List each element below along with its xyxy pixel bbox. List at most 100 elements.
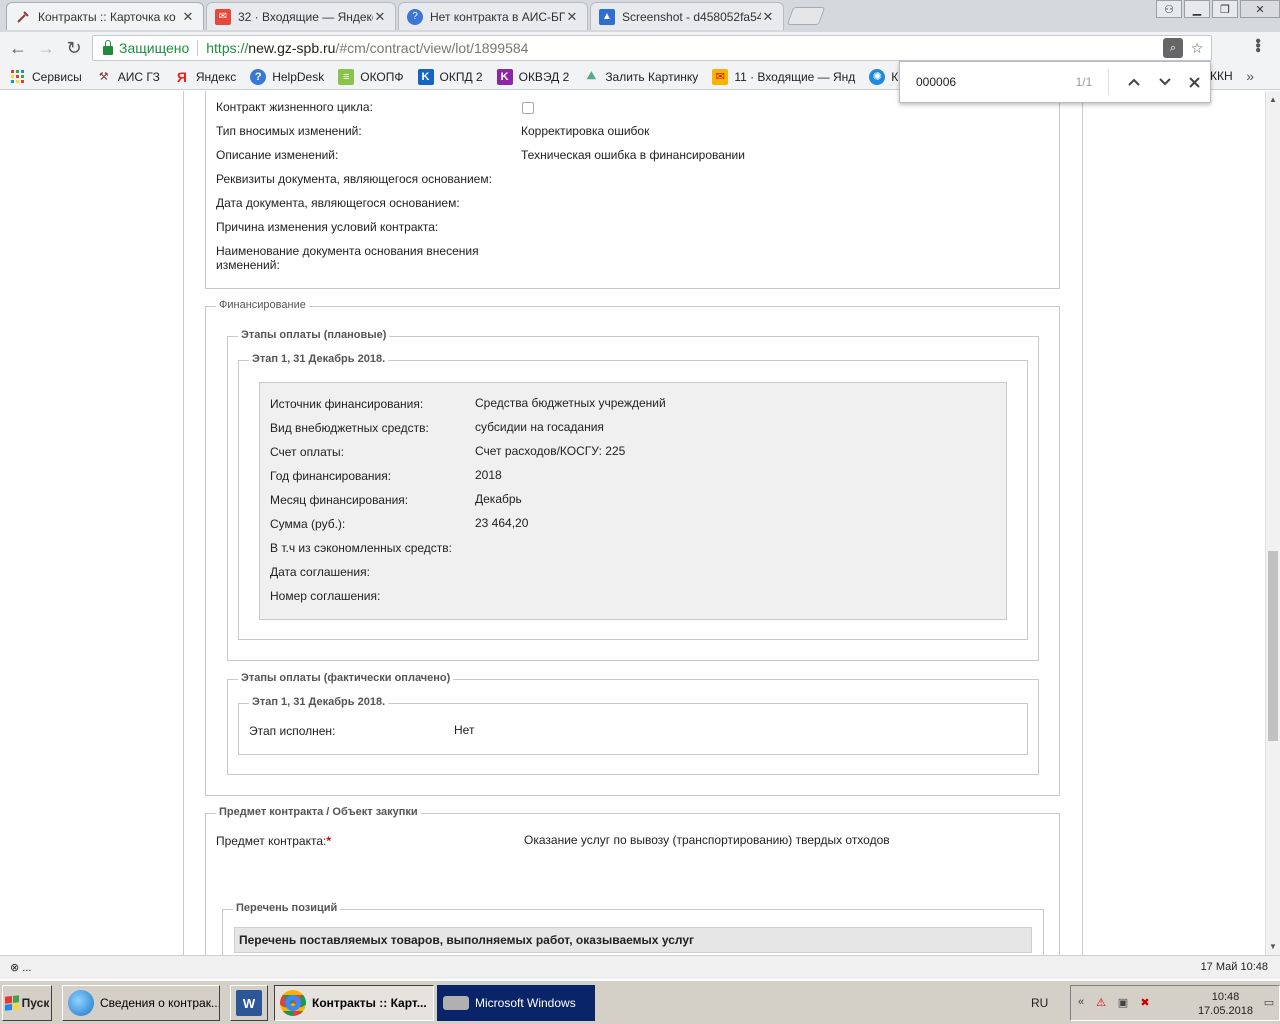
bookmark-item[interactable]: Я Яндекс xyxy=(174,69,236,85)
close-tab-icon[interactable]: ✕ xyxy=(565,9,579,25)
k-icon: K xyxy=(417,68,434,85)
scroll-down-icon[interactable]: ▼ xyxy=(1269,942,1277,951)
bookmark-label: ОКВЭД 2 xyxy=(518,69,570,84)
close-tab-icon[interactable]: ✕ xyxy=(761,9,775,25)
close-window-icon[interactable]: ✕ xyxy=(1240,0,1280,18)
field-label: Тип вносимых изменений: xyxy=(216,124,362,138)
scroll-up-icon[interactable]: ▲ xyxy=(1269,95,1277,104)
field-value: Декабрь xyxy=(475,492,522,506)
url-path: /#cm/contract/view/lot/1899584 xyxy=(335,40,529,56)
close-tab-icon[interactable]: ✕ xyxy=(373,9,387,25)
restore-icon[interactable]: ❐ xyxy=(1212,0,1238,18)
network-error-icon[interactable]: ⚠ xyxy=(1093,996,1109,1010)
bookmark-label: АИС ГЗ xyxy=(117,69,160,84)
find-in-page-icon[interactable]: ⌕ xyxy=(1163,38,1183,58)
positions-table-header: Перечень поставляемых товаров, выполняем… xyxy=(234,927,1032,953)
show-hidden-icons-icon[interactable]: « xyxy=(1073,996,1089,1010)
bookmark-item[interactable]: ⚒ АИС ГЗ xyxy=(96,69,160,85)
reload-icon[interactable]: ↻ xyxy=(60,34,88,62)
forward-arrow-icon[interactable]: → xyxy=(32,34,60,62)
lock-icon xyxy=(103,39,113,55)
minimize-icon[interactable]: ▁ xyxy=(1184,0,1210,18)
tab-ais-bp[interactable]: ? Нет контракта в АИС-БП | ✕ xyxy=(398,2,588,30)
taskbar-item[interactable]: Сведения о контрак... xyxy=(62,985,220,1021)
bookmark-star-icon[interactable]: ☆ xyxy=(1187,38,1207,58)
back-arrow-icon[interactable]: ← xyxy=(4,34,32,62)
bookmark-label: Залить Картинку xyxy=(605,69,699,84)
scrollbar-thumb[interactable] xyxy=(1268,551,1278,741)
language-indicator[interactable]: RU xyxy=(1031,996,1048,1010)
show-desktop-icon[interactable]: ▭ xyxy=(1261,996,1277,1010)
ie-icon xyxy=(68,990,94,1016)
find-previous-icon[interactable] xyxy=(1119,67,1149,97)
tab-screenshot[interactable]: ▲ Screenshot - d458052fa541 ✕ xyxy=(590,2,784,30)
field-label: Источник финансирования: xyxy=(270,397,424,411)
close-tab-icon[interactable]: ✕ xyxy=(181,9,195,25)
find-input[interactable]: 000006 xyxy=(916,75,1048,89)
divider xyxy=(197,40,199,56)
bookmark-label: ОКОПФ xyxy=(360,69,404,84)
taskbar-item[interactable]: Контракты :: Карт... xyxy=(274,985,434,1021)
menu-dots-icon[interactable]: ••• xyxy=(1248,38,1266,52)
bookmark-item[interactable]: ✉ 11 · Входящие — Янд xyxy=(712,68,855,85)
status-bar: ⊗ ... 17 Май 10:48 xyxy=(0,955,1280,979)
lifecycle-checkbox[interactable] xyxy=(522,102,534,114)
bookmarks-overflow-icon[interactable]: » xyxy=(1246,68,1254,84)
find-next-icon[interactable] xyxy=(1149,67,1179,97)
field-value: Нет xyxy=(454,723,475,737)
address-bar[interactable]: Защищено https:// new.gz-spb.ru /#cm/con… xyxy=(92,35,1212,61)
find-bar: 000006 1/1 xyxy=(899,61,1211,103)
k-icon: K xyxy=(496,68,513,85)
network-icon[interactable]: ▣ xyxy=(1115,996,1131,1010)
bookmark-item[interactable]: K ОКПД 2 xyxy=(417,68,483,85)
bookmark-item[interactable]: Сервисы xyxy=(10,69,82,85)
bookmark-item[interactable]: K ОКВЭД 2 xyxy=(496,68,570,85)
windows-logo-icon xyxy=(4,995,19,1011)
taskbar-item[interactable]: W xyxy=(230,985,268,1021)
secure-label: Защищено xyxy=(119,40,190,56)
subject-label: Предмет контракта:* xyxy=(216,834,331,848)
page-scrollbar[interactable]: ▲ ▼ xyxy=(1265,91,1280,955)
taskbar-item-label: Microsoft Windows xyxy=(475,996,576,1010)
clock[interactable]: 10:48 17.05.2018 xyxy=(1198,990,1253,1018)
image-icon: ▲ xyxy=(599,8,615,25)
changes-section: Контракт жизненного цикла: Тип вносимых … xyxy=(205,91,1060,289)
tab-title: Контракты :: Карточка ко xyxy=(38,9,176,24)
status-datetime: 17 Май 10:48 xyxy=(1200,961,1268,973)
bookmark-item[interactable]: ≡ ОКОПФ xyxy=(338,68,404,85)
image-icon: ⛰ xyxy=(586,70,596,82)
bookmark-item[interactable]: ? HelpDesk xyxy=(250,68,325,85)
tab-yandex-mail[interactable]: ✉ 32 · Входящие — Яндекс.П ✕ xyxy=(206,2,396,30)
close-find-icon[interactable] xyxy=(1180,67,1210,97)
new-tab-button[interactable] xyxy=(786,7,826,25)
help-icon: ? xyxy=(250,68,267,85)
field-label: Этап исполнен: xyxy=(249,724,336,738)
start-button[interactable]: Пуск xyxy=(2,985,52,1021)
chrome-icon xyxy=(280,990,306,1016)
bookmark-item[interactable]: ⛰ Залить Картинку xyxy=(583,69,699,85)
field-label: Счет оплаты: xyxy=(270,445,344,459)
word-icon: W xyxy=(236,990,262,1016)
url-scheme: https:// xyxy=(206,40,249,56)
field-label: Реквизиты документа, являющегося основан… xyxy=(216,172,492,186)
tab-contracts[interactable]: Контракты :: Карточка ко ✕ xyxy=(6,2,204,30)
required-mark: * xyxy=(326,834,332,848)
field-label: Причина изменения условий контракта: xyxy=(216,220,439,234)
profile-icon[interactable]: ⚇ xyxy=(1156,0,1182,18)
bookmark-label: HelpDesk xyxy=(272,69,325,84)
apps-grid-icon xyxy=(10,69,26,85)
page-viewport: Контракт жизненного цикла: Тип вносимых … xyxy=(0,91,1265,955)
url-host: new.gz-spb.ru xyxy=(248,40,336,56)
field-label: Описание изменений: xyxy=(216,148,339,162)
financing-section: Финансирование Этапы оплаты (плановые) Э… xyxy=(205,299,1060,796)
field-label: Сумма (руб.): xyxy=(270,517,346,531)
windows-taskbar: Пуск Сведения о контрак... W Контракты :… xyxy=(0,980,1280,1024)
browser-toolbar: ← → ↻ Защищено https:// new.gz-spb.ru /#… xyxy=(0,32,1280,64)
taskbar-item[interactable]: Microsoft Windows xyxy=(437,985,595,1021)
stage-section: Этап 1, 31 Декабрь 2018. Этап исполнен: … xyxy=(238,696,1028,755)
find-match-count: 1/1 xyxy=(1075,75,1093,89)
field-value: субсидии на госадания xyxy=(475,420,604,434)
bookmark-label[interactable]: ККН xyxy=(1210,69,1233,83)
field-label: Месяц финансирования: xyxy=(270,493,409,507)
volume-muted-icon[interactable]: ✖ xyxy=(1137,996,1153,1010)
